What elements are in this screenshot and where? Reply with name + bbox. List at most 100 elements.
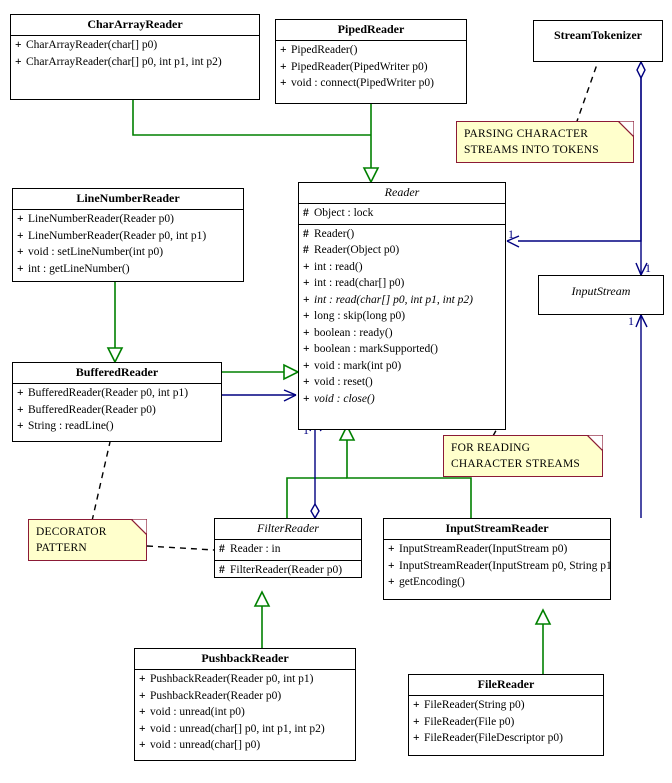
operation-row: + int : getLineNumber() [13, 261, 243, 278]
visibility-marker: + [15, 39, 22, 51]
operation-label: Reader() [314, 227, 355, 240]
operations-compartment-filterreader: # FilterReader(Reader p0) [215, 561, 361, 581]
operation-label: InputStreamReader(InputStream p0, String… [399, 559, 610, 572]
class-box-reader[interactable]: Reader # Object : lock # Reader() # Reader(… [298, 182, 506, 430]
visibility-marker: + [15, 55, 22, 68]
visibility-marker: + [303, 310, 310, 322]
note-line: DECORATOR [36, 526, 107, 538]
operation-row: + void : unread(char[] p0) [135, 737, 355, 754]
operation-label: PipedReader() [291, 44, 358, 56]
visibility-marker: + [17, 229, 24, 242]
operation-label: FileReader(FileDescriptor p0) [424, 732, 563, 744]
visibility-marker: + [17, 213, 24, 225]
operation-row: + void : close() [299, 391, 505, 408]
operation-row: + PipedReader(PipedWriter p0) [276, 59, 466, 76]
operation-row: + boolean : markSupported() [299, 341, 505, 358]
association-arrowhead-inputstream-bottom [635, 314, 648, 328]
operation-label: InputStreamReader(InputStream p0) [399, 543, 568, 555]
attribute-row: # Object : lock [299, 205, 505, 222]
visibility-marker: + [303, 343, 310, 355]
visibility-marker: + [139, 722, 146, 735]
operation-label: int : read(char[] p0, int p1, int p2) [314, 293, 473, 306]
note-line: STREAMS INTO TOKENS [464, 144, 599, 156]
visibility-marker: # [303, 244, 309, 256]
aggregation-diamond-streamtokenizer [636, 60, 646, 80]
operation-label: Reader(Object p0) [314, 244, 400, 256]
operation-row: + CharArrayReader(char[] p0, int p1, int … [11, 54, 259, 71]
class-box-linenumberreader[interactable]: LineNumberReader + LineNumberReader(Reade… [12, 188, 244, 282]
attribute-label: Object : lock [314, 207, 374, 219]
visibility-marker: + [388, 559, 395, 572]
operation-row: + int : read(char[] p0, int p1, int p2) [299, 292, 505, 309]
multiplicity-inputstream-top: 1 [645, 261, 651, 275]
visibility-marker: + [388, 543, 395, 555]
note-fold-line-icon [618, 121, 634, 137]
operation-label: String : readLine() [28, 420, 114, 432]
class-box-inputstream[interactable]: InputStream [538, 275, 664, 315]
class-box-filereader[interactable]: FileReader + FileReader(String p0) + FileR… [408, 674, 604, 756]
attribute-row: # Reader : in [215, 541, 361, 558]
operation-row: + LineNumberReader(Reader p0) [13, 211, 243, 228]
class-title-pipedreader: PipedReader [276, 20, 466, 41]
class-box-bufferedreader[interactable]: BufferedReader + BufferedReader(Reader p0… [12, 362, 222, 442]
operation-row: + LineNumberReader(Reader p0, int p1) [13, 228, 243, 245]
note-decorator-pattern: DECORATOR PATTERN [28, 519, 147, 561]
class-box-pushbackreader[interactable]: PushbackReader + PushbackReader(Reader p0… [134, 648, 356, 761]
operation-label: FileReader(String p0) [424, 699, 525, 711]
note-line: CHARACTER STREAMS [451, 458, 580, 470]
operation-row: # Reader() [299, 226, 505, 243]
operation-label: void : unread(int p0) [150, 706, 245, 718]
operation-row: + PipedReader() [276, 42, 466, 59]
visibility-marker: + [303, 293, 310, 306]
class-box-streamtokenizer[interactable]: StreamTokenizer [533, 20, 663, 62]
generalization-arrow-inputstreamreader-bottom [534, 608, 552, 625]
operation-label: PushbackReader(Reader p0, int p1) [150, 673, 314, 685]
operation-row: + FileReader(String p0) [409, 697, 603, 714]
edge-note-decorator-to-bufferedreader [91, 441, 111, 522]
class-box-pipedreader[interactable]: PipedReader + PipedReader() + PipedReader(… [275, 19, 467, 104]
visibility-marker: + [280, 77, 287, 89]
operation-label: void : setLineNumber(int p0) [28, 246, 164, 258]
visibility-marker: + [17, 420, 24, 432]
operation-row: + getEncoding() [384, 574, 610, 591]
generalization-arrow-reader-top [362, 167, 380, 184]
class-title-reader: Reader [299, 183, 505, 204]
operation-label: LineNumberReader(Reader p0) [28, 213, 174, 225]
operation-label: getEncoding() [399, 576, 465, 588]
operations-compartment-linenumberreader: + LineNumberReader(Reader p0) + LineNumber… [13, 210, 243, 279]
edge-chararrayreader-to-reader [132, 100, 371, 136]
operation-row: + FileReader(File p0) [409, 714, 603, 731]
operations-compartment-bufferedreader: + BufferedReader(Reader p0, int p1) + Buff… [13, 384, 221, 437]
class-box-chararrayreader[interactable]: CharArrayReader + CharArrayReader(char[] … [10, 14, 260, 100]
visibility-marker: + [303, 376, 310, 388]
note-fold-line-icon [587, 435, 603, 451]
generalization-arrow-filterreader-bottom [253, 590, 271, 607]
operation-row: + long : skip(long p0) [299, 308, 505, 325]
operation-row: + void : reset() [299, 374, 505, 391]
operation-label: long : skip(long p0) [314, 310, 406, 322]
attributes-compartment-filterreader: # Reader : in [215, 540, 361, 561]
operation-label: PushbackReader(Reader p0) [150, 689, 282, 702]
visibility-marker: + [303, 326, 310, 339]
operation-label: int : read(char[] p0) [314, 277, 405, 289]
visibility-marker: # [303, 227, 309, 240]
class-box-filterreader[interactable]: FilterReader # Reader : in # FilterReader(… [214, 518, 362, 578]
operation-row: + InputStreamReader(InputStream p0, Strin… [384, 558, 610, 575]
class-box-inputstreamreader[interactable]: InputStreamReader + InputStreamReader(Inp… [383, 518, 611, 600]
operation-row: + String : readLine() [13, 418, 221, 435]
class-title-chararrayreader: CharArrayReader [11, 15, 259, 36]
note-fold-line-icon [131, 519, 147, 535]
note-for-reading-character-streams: FOR READING CHARACTER STREAMS [443, 435, 603, 477]
attribute-label: Reader : in [230, 543, 281, 555]
visibility-marker: + [413, 715, 420, 728]
operation-label: FileReader(File p0) [424, 715, 515, 728]
visibility-marker: + [17, 262, 24, 275]
operation-label: void : unread(char[] p0, int p1, int p2) [150, 722, 325, 735]
operation-row: + PushbackReader(Reader p0, int p1) [135, 671, 355, 688]
operation-label: BufferedReader(Reader p0, int p1) [28, 387, 189, 399]
operation-label: boolean : markSupported() [314, 343, 438, 355]
note-parsing-character-streams: PARSING CHARACTER STREAMS INTO TOKENS [456, 121, 634, 163]
operation-label: CharArrayReader(char[] p0) [26, 39, 158, 51]
operation-label: int : getLineNumber() [28, 262, 130, 275]
operation-label: void : mark(int p0) [314, 359, 402, 372]
